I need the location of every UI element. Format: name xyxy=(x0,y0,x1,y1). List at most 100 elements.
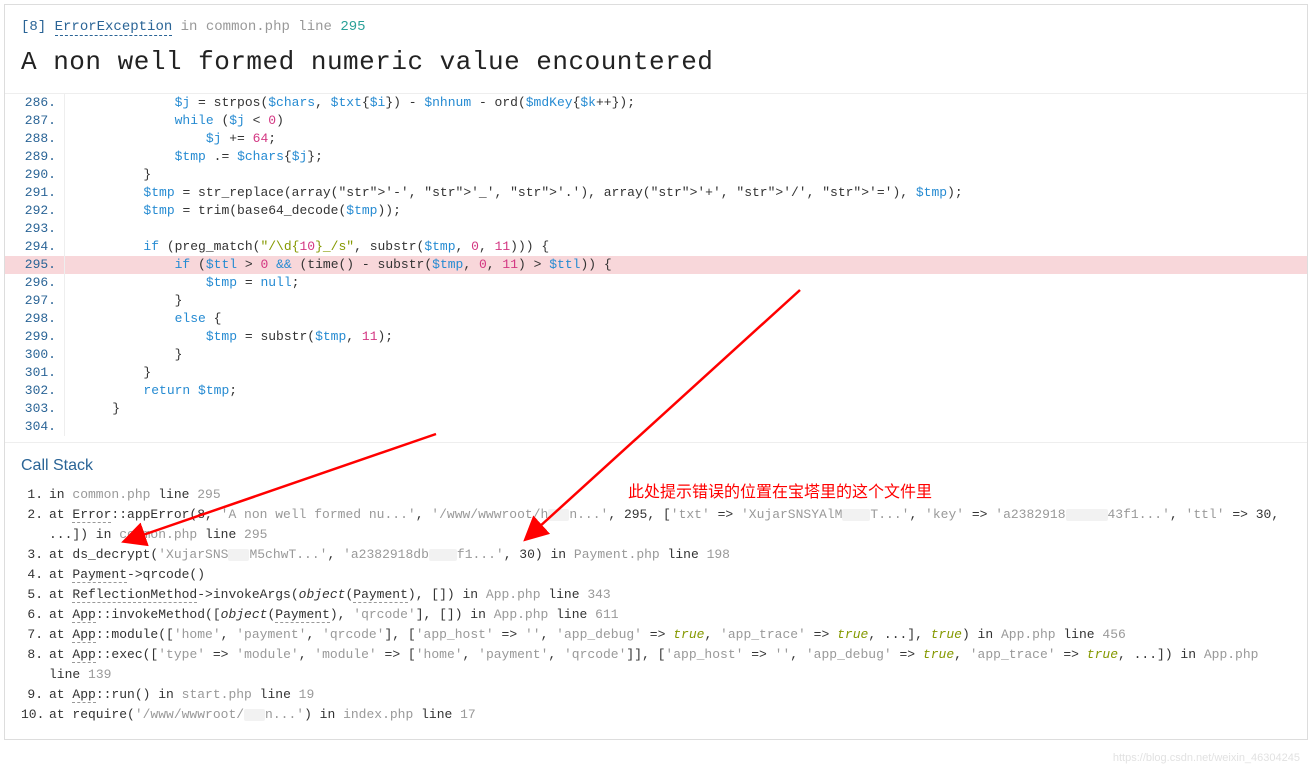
code-line: 289. $tmp .= $chars{$j}; xyxy=(5,148,1307,166)
line-number: 288. xyxy=(5,130,65,148)
stack-frame: 8.at App::exec(['type' => 'module', 'mod… xyxy=(21,645,1291,685)
code-line: 300. } xyxy=(5,346,1307,364)
error-panel: [8] ErrorException in common.php line 29… xyxy=(4,4,1308,740)
stack-frame: 2.at Error::appError(8, 'A non well form… xyxy=(21,505,1291,545)
line-number: 295. xyxy=(5,256,65,274)
stack-text: at ReflectionMethod->invokeArgs(object(P… xyxy=(49,585,1291,605)
code-text: $tmp = substr($tmp, 11); xyxy=(65,328,393,346)
line-number: 293. xyxy=(5,220,65,238)
code-text: $tmp = null; xyxy=(65,274,299,292)
line-number: 297. xyxy=(5,292,65,310)
line-number: 291. xyxy=(5,184,65,202)
stack-frame: 7.at App::module(['home', 'payment', 'qr… xyxy=(21,625,1291,645)
line-number: 292. xyxy=(5,202,65,220)
line-number: 303. xyxy=(5,400,65,418)
code-text: $j = strpos($chars, $txt{$i}) - $nhnum -… xyxy=(65,94,635,112)
stack-frame: 3.at ds_decrypt('XujarSNS███M5chwT...', … xyxy=(21,545,1291,565)
stack-num: 3. xyxy=(21,545,49,565)
stack-text: at Error::appError(8, 'A non well formed… xyxy=(49,505,1291,545)
code-text: else { xyxy=(65,310,221,328)
error-line: 295 xyxy=(340,19,365,35)
code-line: 292. $tmp = trim(base64_decode($tmp)); xyxy=(5,202,1307,220)
stack-frame: 9.at App::run() in start.php line 19 xyxy=(21,685,1291,705)
call-stack: 1.in common.php line 2952.at Error::appE… xyxy=(5,481,1307,739)
code-line: 287. while ($j < 0) xyxy=(5,112,1307,130)
stack-num: 5. xyxy=(21,585,49,605)
code-text: if (preg_match("/\d{10}_/s", substr($tmp… xyxy=(65,238,549,256)
stack-frame: 4.at Payment->qrcode() xyxy=(21,565,1291,585)
code-line: 293. xyxy=(5,220,1307,238)
line-number: 300. xyxy=(5,346,65,364)
code-text: $tmp .= $chars{$j}; xyxy=(65,148,323,166)
code-line: 295. if ($ttl > 0 && (time() - substr($t… xyxy=(5,256,1307,274)
stack-num: 4. xyxy=(21,565,49,585)
stack-num: 2. xyxy=(21,505,49,525)
line-number: 299. xyxy=(5,328,65,346)
error-message: A non well formed numeric value encounte… xyxy=(21,47,1291,83)
line-number: 289. xyxy=(5,148,65,166)
line-number: 301. xyxy=(5,364,65,382)
code-line: 294. if (preg_match("/\d{10}_/s", substr… xyxy=(5,238,1307,256)
code-text: while ($j < 0) xyxy=(65,112,284,130)
code-line: 291. $tmp = str_replace(array("str">'-',… xyxy=(5,184,1307,202)
stack-text: at App::run() in start.php line 19 xyxy=(49,685,1291,705)
stack-text: at App::invokeMethod([object(Payment), '… xyxy=(49,605,1291,625)
callstack-title: Call Stack xyxy=(5,442,1307,481)
source-code: 286. $j = strpos($chars, $txt{$i}) - $nh… xyxy=(5,93,1307,436)
stack-frame: 6.at App::invokeMethod([object(Payment),… xyxy=(21,605,1291,625)
code-line: 298. else { xyxy=(5,310,1307,328)
line-number: 287. xyxy=(5,112,65,130)
stack-num: 8. xyxy=(21,645,49,665)
line-number: 298. xyxy=(5,310,65,328)
line-number: 296. xyxy=(5,274,65,292)
code-line: 290. } xyxy=(5,166,1307,184)
line-number: 286. xyxy=(5,94,65,112)
code-text: if ($ttl > 0 && (time() - substr($tmp, 0… xyxy=(65,256,612,274)
stack-num: 6. xyxy=(21,605,49,625)
stack-text: at Payment->qrcode() xyxy=(49,565,1291,585)
line-number: 302. xyxy=(5,382,65,400)
line-number: 304. xyxy=(5,418,65,436)
stack-num: 9. xyxy=(21,685,49,705)
stack-frame: 10.at require('/www/wwwroot/███n...') in… xyxy=(21,705,1291,725)
stack-frame: 5.at ReflectionMethod->invokeArgs(object… xyxy=(21,585,1291,605)
line-number: 294. xyxy=(5,238,65,256)
code-line: 296. $tmp = null; xyxy=(5,274,1307,292)
in-word: in xyxy=(181,19,198,35)
code-line: 299. $tmp = substr($tmp, 11); xyxy=(5,328,1307,346)
code-line: 303. } xyxy=(5,400,1307,418)
code-text: $tmp = str_replace(array("str">'-', "str… xyxy=(65,184,963,202)
stack-text: at ds_decrypt('XujarSNS███M5chwT...', 'a… xyxy=(49,545,1291,565)
code-line: 297. } xyxy=(5,292,1307,310)
code-line: 304. xyxy=(5,418,1307,436)
annotation-text: 此处提示错误的位置在宝塔里的这个文件里 xyxy=(628,478,932,502)
code-text: $j += 64; xyxy=(65,130,276,148)
error-summary: [8] ErrorException in common.php line 29… xyxy=(21,19,1291,35)
code-text: } xyxy=(65,292,182,310)
code-text: $tmp = trim(base64_decode($tmp)); xyxy=(65,202,401,220)
code-text xyxy=(65,418,81,436)
code-line: 301. } xyxy=(5,364,1307,382)
code-text: } xyxy=(65,346,182,364)
code-text: } xyxy=(65,166,151,184)
stack-num: 7. xyxy=(21,625,49,645)
stack-num: 1. xyxy=(21,485,49,505)
line-number: 290. xyxy=(5,166,65,184)
code-text: } xyxy=(65,364,151,382)
code-text: return $tmp; xyxy=(65,382,237,400)
code-text xyxy=(65,220,81,238)
watermark: https://blog.csdn.net/weixin_46304245 xyxy=(1113,752,1300,764)
error-file: common.php xyxy=(206,19,290,35)
stack-text: at App::exec(['type' => 'module', 'modul… xyxy=(49,645,1291,685)
error-header: [8] ErrorException in common.php line 29… xyxy=(5,5,1307,93)
stack-num: 10. xyxy=(21,705,49,725)
stack-text: at App::module(['home', 'payment', 'qrco… xyxy=(49,625,1291,645)
code-text: } xyxy=(65,400,120,418)
code-line: 288. $j += 64; xyxy=(5,130,1307,148)
line-word: line xyxy=(298,19,332,35)
exception-name: ErrorException xyxy=(55,19,173,36)
stack-text: at require('/www/wwwroot/███n...') in in… xyxy=(49,705,1291,725)
code-line: 302. return $tmp; xyxy=(5,382,1307,400)
code-line: 286. $j = strpos($chars, $txt{$i}) - $nh… xyxy=(5,94,1307,112)
error-number: [8] xyxy=(21,19,46,35)
